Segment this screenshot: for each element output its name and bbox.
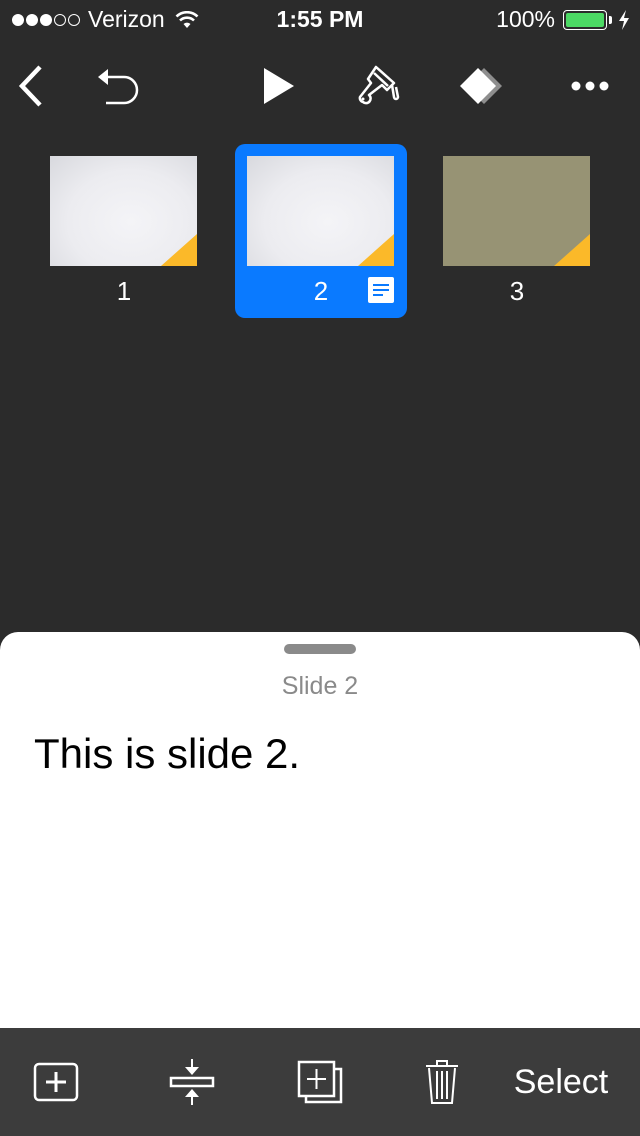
bottom-toolbar: Select (0, 1028, 640, 1136)
presenter-notes-icon[interactable] (368, 277, 394, 303)
duplicate-slide-button[interactable] (296, 1056, 344, 1108)
skip-slide-button[interactable] (166, 1056, 218, 1108)
ellipsis-icon (571, 81, 609, 91)
paintbrush-icon (358, 65, 400, 105)
slide-thumbnail-3[interactable]: 3 (431, 144, 603, 318)
more-button[interactable] (562, 58, 618, 114)
play-icon (264, 68, 294, 104)
charging-bolt-icon (619, 9, 629, 30)
corner-accent (161, 234, 197, 266)
notes-title: Slide 2 (281, 672, 359, 700)
battery-percent: 100% (496, 6, 555, 32)
back-button[interactable] (2, 58, 58, 114)
undo-button[interactable] (90, 58, 146, 114)
signal-strength-icon (12, 13, 80, 26)
slide-thumbnail-2[interactable]: 2 (235, 144, 407, 318)
animate-button[interactable] (456, 58, 512, 114)
status-left: Verizon (12, 6, 199, 33)
slide-preview (247, 156, 394, 266)
top-toolbar (0, 58, 640, 114)
slide-preview (50, 156, 197, 266)
battery-icon (563, 9, 607, 30)
chevron-left-icon (18, 65, 42, 107)
slide-preview (443, 156, 590, 266)
battery-fill (566, 12, 604, 27)
add-slide-icon (33, 1062, 79, 1102)
notes-text-field[interactable]: This is slide 2. (34, 730, 614, 778)
slide-number: 1 (116, 276, 132, 306)
sheet-grabber-handle[interactable] (284, 644, 356, 654)
status-bar: Verizon 1:55 PM 100% (0, 0, 640, 40)
duplicate-icon (297, 1060, 343, 1104)
carrier-name: Verizon (88, 6, 165, 32)
corner-accent (358, 234, 394, 266)
slide-navigator: 1 2 3 (0, 144, 640, 318)
slide-number: 3 (509, 276, 525, 306)
trash-icon (426, 1060, 458, 1104)
select-button[interactable]: Select (511, 1056, 611, 1108)
animate-diamond-icon (460, 68, 502, 104)
status-right: 100% (496, 6, 630, 33)
format-button[interactable] (349, 58, 405, 114)
add-slide-button[interactable] (30, 1056, 82, 1108)
collapse-icon (169, 1059, 215, 1105)
presenter-notes-panel: Slide 2 This is slide 2. (0, 632, 640, 1032)
slide-thumbnail-1[interactable]: 1 (38, 144, 210, 318)
undo-icon (98, 69, 139, 105)
play-button[interactable] (251, 58, 307, 114)
delete-button[interactable] (420, 1056, 464, 1108)
wifi-icon (175, 10, 199, 28)
battery-tip (609, 15, 612, 24)
corner-accent (554, 234, 590, 266)
